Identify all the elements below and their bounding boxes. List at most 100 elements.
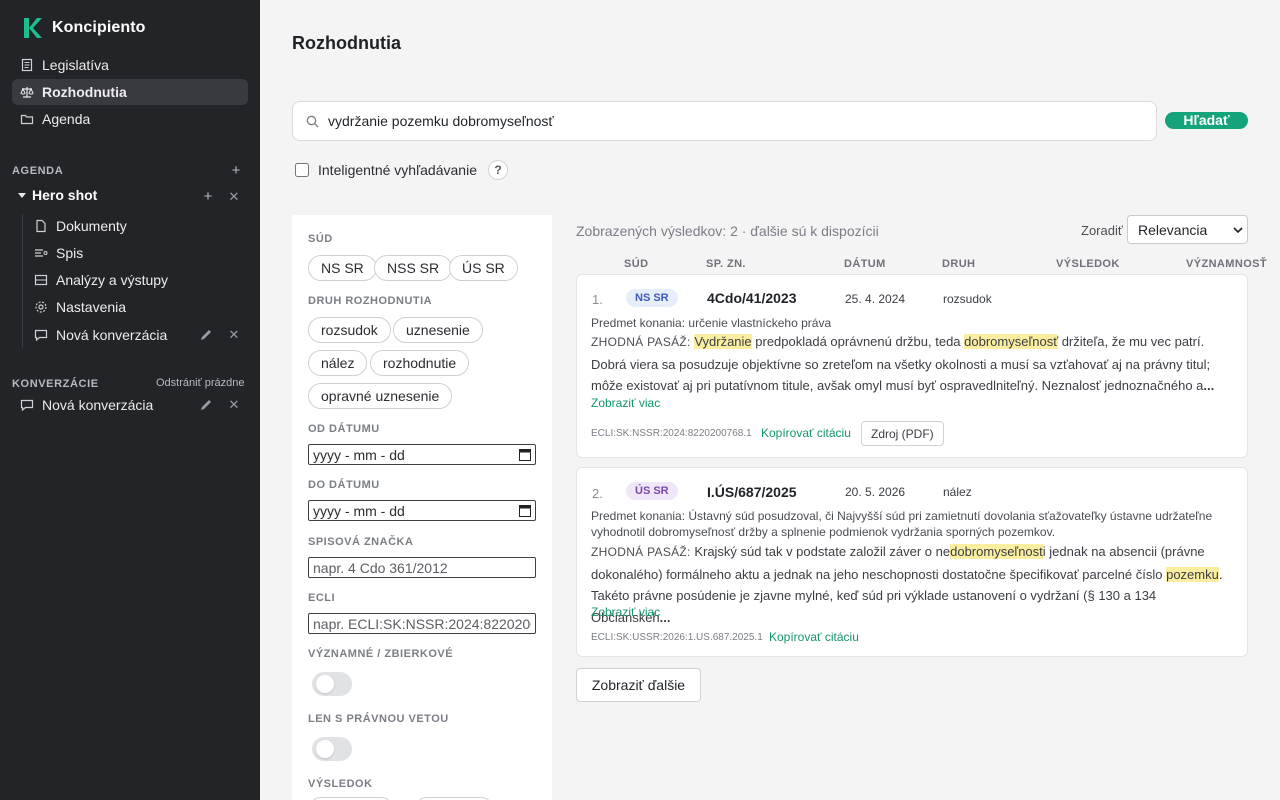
document-icon [21,58,33,72]
scales-icon [20,87,34,98]
koncipiento-logo-icon [24,18,42,38]
chip-type-nalez[interactable]: nález [308,350,368,376]
decision-kind: nález [943,485,972,499]
calendar-icon[interactable] [519,504,531,517]
source-pdf-button[interactable]: Zdroj (PDF) [861,421,944,446]
close-conversation-icon[interactable]: ✕ [226,327,242,343]
ecli-identifier: ECLI:SK:NSSR:2024:8220200768.1 [591,428,752,439]
file-number-input[interactable] [313,559,531,576]
to-date-label: DO DÁTUMU [308,479,380,491]
agenda-group-hero-shot[interactable]: Hero shot [18,187,97,203]
from-date-label: OD DÁTUMU [308,423,380,435]
passage-text: predpokladá oprávnenú držbu, teda [751,334,965,349]
sidebar-item-nastavenia[interactable]: Nastavenia [34,295,248,319]
passage-label: ZHODNÁ PASÁŽ: [591,545,691,559]
conversation-label: Nová konverzácia [42,397,154,413]
sidebar-item-label: Spis [56,245,84,261]
add-agenda-button[interactable]: + [228,163,244,179]
ecli-input[interactable] [313,615,531,632]
to-date-field[interactable]: yyyy - mm - dd [308,500,536,521]
agenda-section-label: AGENDA [12,165,64,177]
help-icon[interactable]: ? [487,160,508,180]
case-subject: Predmet konania: Ústavný súd posudzoval,… [591,509,1213,539]
sidebar-item-spis[interactable]: Spis [34,241,248,265]
date-placeholder: yyyy - mm - dd [313,502,405,519]
add-to-group-button[interactable]: + [200,189,216,205]
from-date-field[interactable]: yyyy - mm - dd [308,444,536,465]
decision-date: 20. 5. 2026 [845,485,906,499]
chip-type-rozhodnutie[interactable]: rozhodnutie [370,350,470,376]
caret-down-icon [18,193,26,198]
toggle-knob [316,740,334,758]
column-header-court[interactable]: SÚD [624,258,648,270]
sidebar-item-dokumenty[interactable]: Dokumenty [34,214,248,238]
column-header-kind[interactable]: DRUH [942,258,975,270]
search-button[interactable]: Hľadať [1165,112,1248,129]
remove-empty-button[interactable]: Odstrániť prázdne [156,377,245,389]
sidebar-item-analyzy[interactable]: Analýzy a výstupy [34,268,248,292]
search-icon [306,115,319,127]
nav-label: Rozhodnutia [42,84,127,100]
court-badge: ÚS SR [626,482,678,500]
result-card[interactable]: 2. ÚS SR I.ÚS/687/2025 20. 5. 2026 nález… [576,467,1248,657]
chip-court-nss-sr[interactable]: NSS SR [374,255,453,281]
nav-legislativa[interactable]: Legislatíva [12,52,248,78]
significant-label: VÝZNAMNÉ / ZBIERKOVÉ [308,648,454,660]
court-filter-label: SÚD [308,233,333,245]
load-more-button[interactable]: Zobraziť ďalšie [576,668,701,702]
smart-search-label: Inteligentné vyhľadávanie [318,162,477,178]
chip-type-rozsudok[interactable]: rozsudok [308,317,391,343]
search-input[interactable] [328,113,1128,129]
file-number-field[interactable] [308,557,536,578]
date-placeholder: yyyy - mm - dd [313,446,405,463]
type-filter-label: DRUH ROZHODNUTIA [308,295,433,307]
veto-toggle[interactable] [312,737,352,761]
calendar-icon[interactable] [519,448,531,461]
column-header-significance[interactable]: VÝZNAMNOSŤ [1186,258,1267,270]
table-icon [34,274,48,286]
file-number[interactable]: I.ÚS/687/2025 [707,484,797,500]
chip-court-us-sr[interactable]: ÚS SR [449,255,518,281]
file-icon [36,219,46,233]
column-header-file-no[interactable]: SP. ZN. [706,258,746,270]
smart-search-checkbox[interactable] [295,163,309,177]
ecli-identifier: ECLI:SK:USSR:2026:1.US.687.2025.1 [591,632,763,643]
nav-label: Agenda [42,111,91,127]
passage-ellipsis: ... [1203,378,1215,393]
matched-passage: ZHODNÁ PASÁŽ: Vydržanie predpokladá oprá… [591,331,1231,397]
close-group-icon[interactable]: ✕ [226,189,242,205]
show-more-link[interactable]: Zobraziť viac [591,605,660,619]
brand[interactable]: Koncipiento [22,17,146,39]
result-number: 1. [592,292,603,307]
sort-select[interactable]: Relevancia [1127,215,1248,244]
chip-type-uznesenie[interactable]: uznesenie [393,317,483,343]
folder-icon [20,114,34,125]
passage-label: ZHODNÁ PASÁŽ: [591,335,691,349]
ecli-field[interactable] [308,613,536,634]
result-card[interactable]: 1. NS SR 4Cdo/41/2023 25. 4. 2024 rozsud… [576,274,1248,458]
decision-kind: rozsudok [943,292,992,306]
gear-icon [35,301,47,313]
nav-rozhodnutia[interactable]: Rozhodnutia [12,79,248,105]
case-subject: Predmet konania: určenie vlastníckeho pr… [591,316,832,330]
chevron-down-icon [1233,227,1243,234]
copy-citation-link[interactable]: Kopírovať citáciu [761,426,851,440]
file-number-label: SPISOVÁ ZNAČKA [308,536,414,548]
chip-court-ns-sr[interactable]: NS SR [308,255,377,281]
column-header-result[interactable]: VÝSLEDOK [1056,258,1120,270]
edit-pencil-icon[interactable] [199,328,213,342]
sidebar-item-nova-konverzacia[interactable]: Nová konverzácia [34,323,248,347]
tree-line [22,214,23,348]
edit-pencil-icon[interactable] [199,398,213,412]
file-number[interactable]: 4Cdo/41/2023 [707,290,797,306]
nav-agenda[interactable]: Agenda [12,106,248,132]
column-header-date[interactable]: DÁTUM [844,258,886,270]
result-filter-label: VÝSLEDOK [308,778,373,790]
copy-citation-link[interactable]: Kopírovať citáciu [769,630,859,644]
decision-date: 25. 4. 2024 [845,292,906,306]
show-more-link[interactable]: Zobraziť viac [591,396,660,410]
search-box[interactable] [292,101,1157,141]
close-conversation-icon[interactable]: ✕ [226,397,242,413]
significant-toggle[interactable] [312,672,352,696]
chip-type-opravne-uznesenie[interactable]: opravné uznesenie [308,383,453,409]
